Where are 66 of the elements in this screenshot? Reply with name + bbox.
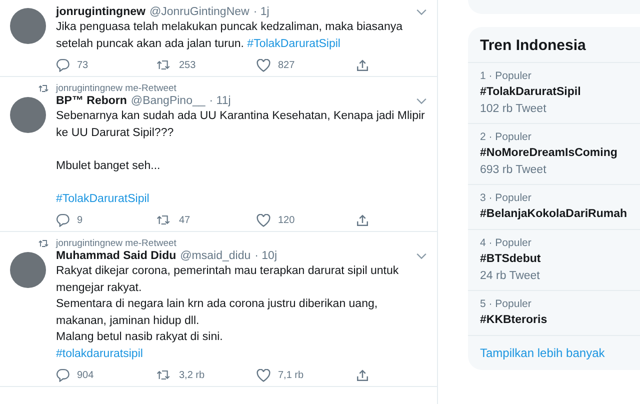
retweet-icon <box>156 369 172 381</box>
user-name[interactable]: Muhammad Said Didu <box>56 250 176 262</box>
reply-button[interactable]: 73 <box>56 58 156 72</box>
trend-context: 3 · Populer <box>480 191 532 206</box>
heart-icon <box>256 214 271 226</box>
tweet-text: Jika penguasa telah melakukan puncak kedzaliman, maka biasanya setelah puncak akan ada jalan turun. #TolakDaruratSipil <box>56 20 404 52</box>
retweet-button[interactable]: 253 <box>156 59 256 71</box>
hashtag-link[interactable]: #tolakdaruratsipil <box>56 348 143 360</box>
speech-bubble-icon <box>56 368 70 382</box>
like-button[interactable]: 120 <box>256 214 356 226</box>
like-button[interactable]: 7,1 rb <box>256 368 356 382</box>
tweet-text: Rakyat dikejar corona, pemerintah mau terapkan darurat sipil untuk mengejar rakyat. Sementara di negara lain krn ada corona justru diberikan uang, makanan, jaminan hidup dll. Malang betul nasib rakyat di sini. #tolakdaruratsipil <box>56 264 400 362</box>
like-button[interactable]: 827 <box>256 58 356 72</box>
retweet-context: jonrugintingnew me-Retweet <box>56 238 176 249</box>
tweet-time[interactable]: · 11j <box>209 95 231 107</box>
show-more-link[interactable]: Tampilkan lebih banyak <box>468 336 640 370</box>
trend-hashtag: #TolakDaruratSipil <box>480 85 582 100</box>
user-handle[interactable]: @msaid_didu <box>180 250 251 262</box>
share-icon[interactable] <box>356 368 369 382</box>
chevron-down-icon[interactable] <box>416 8 427 16</box>
reply-button[interactable]: 9 <box>56 213 156 227</box>
trend-item[interactable]: 2 · Populer #NoMoreDreamIsComing 693 rb Tweet <box>468 124 640 185</box>
heart-icon <box>256 368 271 382</box>
trend-hashtag: #NoMoreDreamIsComing <box>480 146 618 161</box>
user-handle[interactable]: @BangPino__ <box>130 95 206 107</box>
avatar-placeholder[interactable] <box>10 97 46 133</box>
retweet-context: jonrugintingnew me-Retweet <box>56 83 176 94</box>
retweet-button[interactable]: 3,2 rb <box>156 369 256 381</box>
tweet-count: 102 rb Tweet <box>480 102 548 117</box>
trend-context: 2 · Populer <box>480 130 532 145</box>
trend-hashtag: #KKBteroris <box>480 313 548 328</box>
trend-context: 5 · Populer <box>480 297 532 312</box>
tweet-time[interactable]: · 10j <box>254 250 277 262</box>
speech-bubble-icon <box>56 58 70 72</box>
share-icon[interactable] <box>356 214 369 226</box>
trend-hashtag: #BTSdebut <box>480 252 542 267</box>
share-icon[interactable] <box>356 58 369 72</box>
retweet-button[interactable]: 47 <box>156 214 256 226</box>
tweet-count: 24 rb Tweet <box>480 269 541 284</box>
speech-bubble-icon <box>56 213 70 227</box>
chevron-down-icon[interactable] <box>416 252 427 260</box>
chevron-down-icon[interactable] <box>416 98 427 104</box>
user-name[interactable]: jonrugintingnew <box>56 6 146 18</box>
trend-item[interactable]: 4 · Populer #BTSdebut 24 rb Tweet <box>468 230 640 291</box>
trend-context: 1 · Populer <box>480 69 532 84</box>
heart-icon <box>256 58 271 72</box>
avatar-placeholder[interactable] <box>10 8 46 44</box>
trend-hashtag: #BelanjaKokolaDariRumah <box>480 207 628 222</box>
retweet-icon <box>156 214 172 226</box>
hashtag-link[interactable]: #TolakDaruratSipil <box>56 192 150 204</box>
retweet-icon <box>38 239 50 248</box>
tweet-time[interactable]: · 1j <box>253 6 270 18</box>
trend-context: 4 · Populer <box>480 236 532 251</box>
tweet-count: 693 rb Tweet <box>480 163 548 178</box>
trend-item[interactable]: 1 · Populer #TolakDaruratSipil 102 rb Tweet <box>468 63 640 124</box>
retweet-icon <box>38 84 50 93</box>
trend-item[interactable]: 5 · Populer #KKBteroris <box>468 291 640 336</box>
trends-title: Tren Indonesia <box>468 27 640 63</box>
trend-item[interactable]: 3 · Populer #BelanjaKokolaDariRumah <box>468 185 640 230</box>
user-name[interactable]: BP™ Reborn <box>56 95 127 107</box>
hashtag-link[interactable]: #TolakDaruratSipil <box>247 38 340 50</box>
retweet-icon <box>156 59 172 71</box>
reply-button[interactable]: 904 <box>56 368 156 382</box>
avatar-placeholder[interactable] <box>10 252 46 288</box>
tweet-text: Sebenarnya kan sudah ada UU Karantina Kesehatan, Kenapa jadi Mlipir ke UU Darurat Sipil??? Mbulet banget seh... #TolakDaruratSipil <box>56 109 426 206</box>
user-handle[interactable]: @JonruGintingNew <box>149 6 250 18</box>
